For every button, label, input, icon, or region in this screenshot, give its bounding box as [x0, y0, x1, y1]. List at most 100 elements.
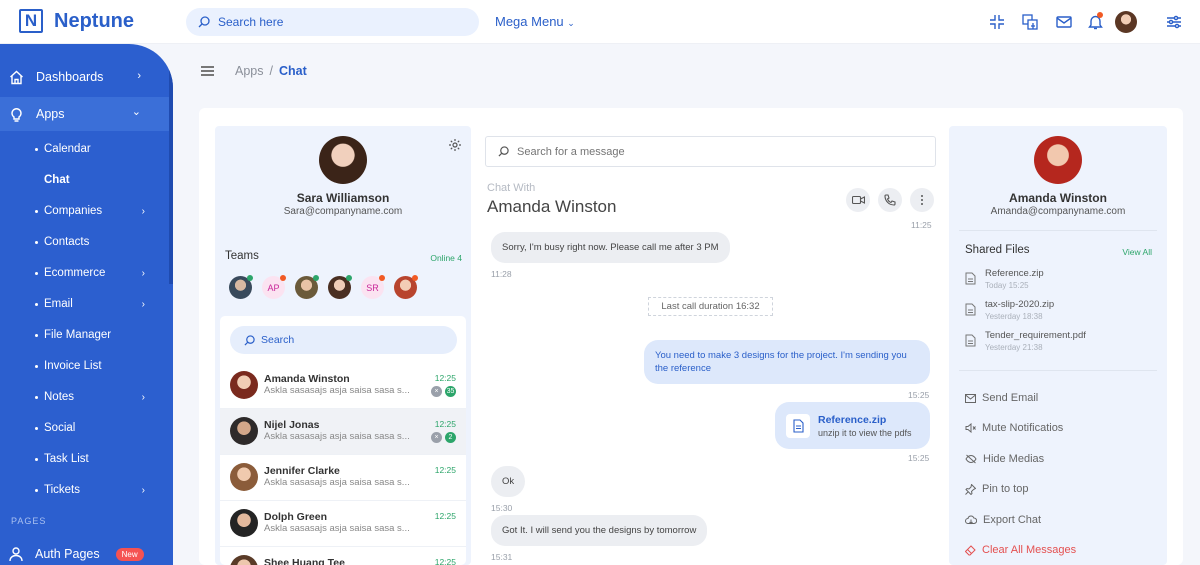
profile-name: Sara Williamson — [296, 191, 390, 205]
team-member-avatar[interactable] — [394, 275, 418, 299]
sidebar-item-apps[interactable]: Apps ⌄ — [0, 97, 169, 131]
send-email-action[interactable]: Send Email — [965, 390, 1038, 406]
voice-call-button[interactable] — [878, 188, 902, 212]
more-options-button[interactable] — [910, 188, 934, 212]
file-attachment-bubble[interactable]: Reference.zip unzip it to view the pdfs — [775, 402, 930, 449]
contact-search-input[interactable] — [261, 334, 441, 346]
action-label: Pin to top — [982, 483, 1029, 495]
sidebar-sub-file-manager[interactable]: File Manager — [35, 325, 165, 345]
sidebar-sub-email[interactable]: Email › — [35, 294, 165, 314]
mail-icon[interactable] — [1055, 13, 1073, 31]
menu-toggle-icon[interactable] — [201, 66, 214, 76]
sidebar-item-auth-pages[interactable]: Auth Pages New — [0, 537, 169, 565]
document-icon — [965, 334, 976, 347]
team-member-avatar[interactable] — [328, 275, 352, 299]
user-icon — [9, 546, 23, 561]
contact-search[interactable] — [230, 326, 457, 354]
message-time: 15:30 — [491, 503, 513, 513]
compress-icon[interactable] — [988, 13, 1006, 31]
contact-row[interactable]: Shee Huang Tee 12:25 — [220, 547, 466, 565]
sidebar-sub-label: Invoice List — [44, 360, 102, 372]
export-chat-action[interactable]: Export Chat — [965, 512, 1041, 528]
sidebar-sub-label: Contacts — [44, 236, 90, 248]
shared-file-item[interactable]: Reference.zip Today 15:25 — [965, 268, 1155, 296]
shared-file-name: Tender_requirement.pdf — [985, 330, 1086, 341]
translate-icon[interactable] — [1021, 13, 1039, 31]
team-member-initials: SR — [366, 282, 379, 293]
status-dot — [412, 275, 418, 281]
more-vertical-icon — [921, 195, 923, 205]
sidebar-item-dashboards[interactable]: Dashboards › — [0, 60, 169, 94]
sidebar-sub-invoice-list[interactable]: Invoice List — [35, 356, 165, 376]
status-dot — [247, 275, 253, 281]
sidebar-sub-label: Email — [44, 298, 73, 310]
shared-file-name: tax-slip-2020.zip — [985, 299, 1055, 310]
mega-menu[interactable]: Mega Menu ⌄ — [495, 14, 575, 29]
breadcrumb-current: Chat — [278, 64, 307, 78]
muted-icon: × — [431, 386, 442, 397]
settings-sliders-icon[interactable] — [1165, 13, 1183, 31]
attachment-file-name[interactable]: Reference.zip — [818, 414, 912, 426]
sidebar: Dashboards › Apps ⌄ Calendar Chat Compan… — [0, 44, 173, 565]
contact-time: 12:25 — [434, 419, 456, 429]
team-member-avatar[interactable] — [295, 275, 319, 299]
hide-medias-action[interactable]: Hide Medias — [965, 451, 1044, 467]
contact-row[interactable]: Nijel Jonas Askla sasasajs asja saisa sa… — [220, 409, 466, 455]
sidebar-sub-notes[interactable]: Notes › — [35, 387, 165, 407]
mail-icon — [965, 393, 976, 403]
call-duration-notice: Last call duration 16:32 — [648, 297, 773, 316]
message-search-input[interactable] — [517, 145, 897, 158]
sidebar-sub-label: File Manager — [44, 329, 112, 341]
contact-last-message: Askla sasasajs asja saisa sasa s... — [264, 431, 410, 442]
bullet-icon — [35, 209, 38, 213]
pin-to-top-action[interactable]: Pin to top — [965, 481, 1028, 497]
team-member-initials: AP — [267, 282, 280, 293]
clear-all-messages-action[interactable]: Clear All Messages — [965, 542, 1076, 558]
mute-notifications-action[interactable]: Mute Notificatios — [965, 420, 1063, 436]
view-all-link[interactable]: View All — [1122, 247, 1152, 257]
brand-logo[interactable]: N Neptune — [19, 9, 134, 33]
contact-row[interactable]: Dolph Green Askla sasasajs asja saisa sa… — [220, 501, 466, 547]
chevron-down-icon: ⌄ — [567, 18, 575, 28]
user-avatar[interactable] — [1115, 11, 1137, 33]
shared-file-item[interactable]: Tender_requirement.pdf Yesterday 21:38 — [965, 330, 1155, 358]
bullet-icon — [35, 457, 38, 461]
global-search[interactable] — [186, 8, 479, 36]
sidebar-sub-calendar[interactable]: Calendar — [35, 139, 165, 159]
sidebar-sub-task-list[interactable]: Task List — [35, 449, 165, 469]
sidebar-item-label: Dashboards — [36, 70, 104, 84]
profile-email: Sara@companyname.com — [283, 206, 403, 217]
bell-icon[interactable] — [1086, 12, 1104, 31]
team-member-avatar[interactable]: SR — [361, 275, 385, 299]
contact-avatar — [230, 509, 258, 537]
mute-icon — [965, 423, 976, 433]
divider — [959, 230, 1157, 231]
contact-row[interactable]: Jennifer Clarke Askla sasasajs asja sais… — [220, 455, 466, 501]
message-time: 11:28 — [491, 269, 512, 279]
shared-file-item[interactable]: tax-slip-2020.zip Yesterday 18:38 — [965, 299, 1155, 327]
sidebar-sub-companies[interactable]: Companies › — [35, 201, 165, 221]
shared-file-date: Yesterday 21:38 — [985, 343, 1043, 352]
team-member-avatar[interactable] — [229, 275, 253, 299]
sidebar-sub-ecommerce[interactable]: Ecommerce › — [35, 263, 165, 283]
global-search-input[interactable] — [218, 15, 448, 29]
sidebar-sub-label: Notes — [44, 391, 75, 403]
contact-info-name: Amanda Winston — [1009, 191, 1107, 205]
sidebar-sub-chat[interactable]: Chat — [35, 170, 165, 190]
sidebar-sub-label: Calendar — [44, 143, 91, 155]
gear-icon[interactable] — [448, 138, 462, 157]
brand-name: Neptune — [54, 9, 134, 32]
team-member-avatar[interactable]: AP — [262, 275, 286, 299]
sidebar-sub-label: Social — [44, 422, 76, 434]
breadcrumb-parent[interactable]: Apps — [235, 64, 264, 78]
sidebar-sub-social[interactable]: Social — [35, 418, 165, 438]
contact-name: Nijel Jonas — [264, 419, 320, 431]
contact-row[interactable]: Amanda Winston Askla sasasajs asja saisa… — [220, 363, 466, 409]
sidebar-sub-tickets[interactable]: Tickets › — [35, 480, 165, 500]
action-label: Send Email — [982, 392, 1039, 404]
message-search[interactable] — [485, 136, 936, 167]
profile-avatar[interactable] — [319, 136, 367, 184]
video-call-button[interactable] — [846, 188, 870, 212]
sidebar-scrollbar[interactable] — [169, 44, 173, 284]
sidebar-sub-contacts[interactable]: Contacts — [35, 232, 165, 252]
